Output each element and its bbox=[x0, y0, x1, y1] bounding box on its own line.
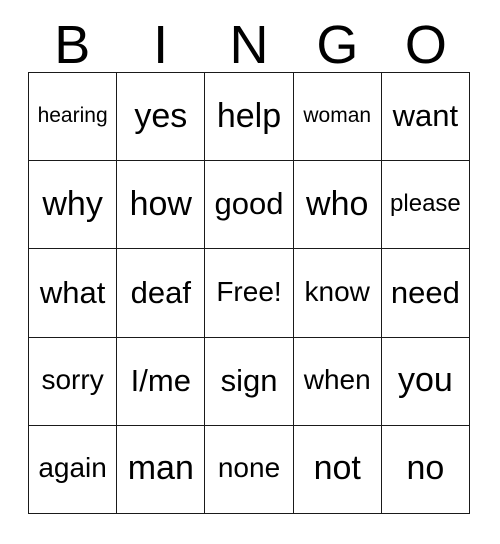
bingo-row: again man none not no bbox=[29, 425, 471, 515]
bingo-row: what deaf Free! know need bbox=[29, 249, 471, 338]
bingo-cell-label: need bbox=[390, 274, 460, 310]
bingo-cell-g4[interactable]: when bbox=[293, 337, 382, 426]
bingo-cell-n5[interactable]: none bbox=[205, 425, 294, 515]
bingo-cell-i2[interactable]: how bbox=[117, 161, 206, 250]
bingo-cell-o2[interactable]: please bbox=[381, 161, 471, 250]
bingo-cell-label: deaf bbox=[130, 274, 191, 310]
bingo-cell-g5[interactable]: not bbox=[293, 425, 382, 515]
bingo-header-letter-o: O bbox=[404, 15, 447, 75]
bingo-cell-label: how bbox=[129, 184, 192, 223]
bingo-cell-o1[interactable]: want bbox=[381, 73, 471, 162]
bingo-cell-label: woman bbox=[303, 104, 372, 128]
bingo-header-letter-g: G bbox=[316, 15, 359, 75]
bingo-grid: hearing yes help woman want why how good… bbox=[28, 72, 471, 515]
bingo-cell-label: when bbox=[303, 364, 371, 396]
bingo-cell-label: who bbox=[306, 184, 369, 223]
bingo-cell-g3[interactable]: know bbox=[293, 249, 382, 338]
bingo-header-letter-b: B bbox=[54, 15, 91, 75]
bingo-cell-b5[interactable]: again bbox=[29, 425, 118, 515]
bingo-header-letter-n: N bbox=[229, 15, 269, 75]
bingo-cell-label: man bbox=[127, 449, 194, 488]
bingo-cell-o4[interactable]: you bbox=[381, 337, 471, 426]
bingo-cell-i3[interactable]: deaf bbox=[117, 249, 206, 338]
bingo-cell-label: no bbox=[406, 449, 445, 488]
bingo-cell-free-space[interactable]: Free! bbox=[205, 249, 294, 338]
bingo-row: hearing yes help woman want bbox=[29, 73, 471, 162]
bingo-cell-label: please bbox=[390, 189, 461, 217]
bingo-row: sorry I/me sign when you bbox=[29, 337, 471, 426]
bingo-cell-b2[interactable]: why bbox=[29, 161, 118, 250]
bingo-cell-i1[interactable]: yes bbox=[117, 73, 206, 162]
bingo-cell-label: again bbox=[38, 452, 107, 484]
bingo-cell-n4[interactable]: sign bbox=[205, 337, 294, 426]
bingo-cell-i4[interactable]: I/me bbox=[117, 337, 206, 426]
bingo-cell-label: know bbox=[304, 276, 370, 307]
bingo-cell-label: sign bbox=[220, 362, 278, 398]
bingo-cell-label: none bbox=[217, 452, 281, 484]
bingo-free-space-label: Free! bbox=[216, 276, 282, 307]
bingo-cell-label: want bbox=[392, 98, 459, 134]
bingo-cell-label: help bbox=[216, 96, 282, 135]
bingo-cell-g2[interactable]: who bbox=[293, 161, 382, 250]
bingo-cell-i5[interactable]: man bbox=[117, 425, 206, 515]
bingo-cell-label: you bbox=[398, 361, 453, 400]
bingo-cell-label: sorry bbox=[41, 364, 104, 396]
bingo-row: why how good who please bbox=[29, 161, 471, 250]
bingo-cell-label: hearing bbox=[37, 104, 108, 128]
bingo-header-row: B I N G O bbox=[28, 16, 470, 72]
bingo-cell-o5[interactable]: no bbox=[381, 425, 471, 515]
bingo-cell-label: I/me bbox=[130, 362, 191, 398]
bingo-header-letter-i: I bbox=[153, 15, 169, 75]
bingo-cell-n2[interactable]: good bbox=[205, 161, 294, 250]
bingo-cell-b3[interactable]: what bbox=[29, 249, 118, 338]
bingo-cell-n1[interactable]: help bbox=[205, 73, 294, 162]
bingo-cell-b1[interactable]: hearing bbox=[29, 73, 118, 162]
bingo-cell-b4[interactable]: sorry bbox=[29, 337, 118, 426]
bingo-cell-g1[interactable]: woman bbox=[293, 73, 382, 162]
bingo-cell-label: good bbox=[214, 186, 284, 222]
bingo-card: B I N G O hearing yes help woman want wh… bbox=[0, 0, 500, 544]
bingo-cell-label: not bbox=[313, 449, 361, 488]
bingo-cell-o3[interactable]: need bbox=[381, 249, 471, 338]
bingo-cell-label: what bbox=[39, 274, 106, 310]
bingo-cell-label: why bbox=[42, 184, 103, 223]
bingo-cell-label: yes bbox=[134, 96, 188, 135]
